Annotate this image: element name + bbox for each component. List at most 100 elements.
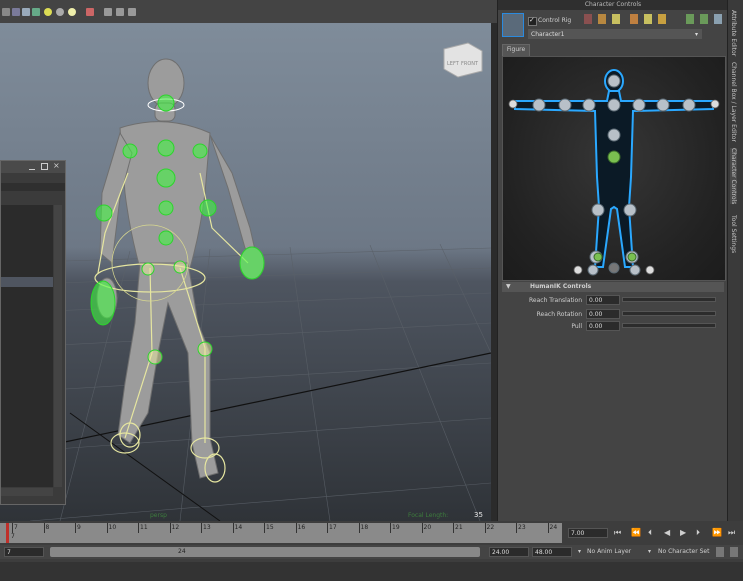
reach-translation-label: Reach Translation [529, 297, 582, 304]
play-backward-icon[interactable]: ◀ [664, 528, 670, 537]
timeline-tick-label: 21 [455, 524, 463, 531]
tab-tool-settings[interactable]: Tool Settings [730, 215, 737, 253]
xray-joints-icon[interactable] [116, 8, 124, 16]
camera-icon[interactable] [128, 8, 136, 16]
pull-slider[interactable] [622, 323, 716, 328]
go-to-end-icon[interactable]: ⏭ [728, 528, 735, 538]
list-item-selected[interactable] [1, 277, 53, 287]
hud-focal-label: Focal Length: [408, 512, 448, 519]
timeline-tick-label: 23 [518, 524, 526, 531]
key-all-icon[interactable] [700, 14, 708, 24]
key-icon[interactable] [686, 14, 694, 24]
timeline-tick [516, 523, 517, 533]
tab-character-controls[interactable]: Character Controls [730, 148, 737, 205]
timeline-tick [327, 523, 328, 533]
collapse-arrow-icon: ▼ [506, 283, 511, 290]
grid-icon[interactable] [2, 8, 10, 16]
view-cube-left: LEFT [447, 61, 460, 67]
ambient-icon[interactable] [68, 8, 76, 16]
step-back-key-icon[interactable]: ⏪ [631, 528, 641, 537]
hud-camera-label: persp [150, 512, 167, 519]
timeline-tick-label: 13 [203, 524, 211, 531]
horizontal-scrollbar[interactable] [1, 488, 53, 496]
xray-icon[interactable] [104, 8, 112, 16]
timeline-tick [43, 523, 45, 533]
time-slider[interactable]: 7 8 9 10 11 12 13 14 15 16 17 18 19 20 21 22 23 24 7 [0, 523, 562, 543]
shadow-icon[interactable] [56, 8, 64, 16]
floating-window[interactable]: × [0, 160, 66, 505]
panel-title: Character Controls [498, 0, 728, 10]
pin-icon[interactable] [598, 14, 606, 24]
timeline-tick [358, 523, 360, 533]
isolate-icon[interactable] [86, 8, 94, 16]
character-select[interactable]: Character1 ▾ [528, 29, 702, 39]
floating-window-list[interactable] [1, 205, 53, 487]
range-end-field[interactable]: 24.00 [489, 547, 529, 557]
anim-layer-select[interactable]: No Anim Layer [587, 548, 631, 555]
minimize-icon[interactable] [29, 163, 35, 170]
pull-field[interactable]: 0.00 [586, 321, 620, 331]
fk-icon[interactable] [630, 14, 638, 24]
reach-translation-slider[interactable] [622, 297, 716, 302]
scene-svg: LEFT FRONT persp Focal Length: 35 [0, 42, 491, 521]
hik-figure-svg [508, 69, 720, 276]
reach-rotation-field[interactable]: 0.00 [586, 309, 620, 319]
timeline-tick-label: 19 [392, 524, 400, 531]
settings-icon[interactable] [714, 14, 722, 24]
reach-rotation-slider[interactable] [622, 311, 716, 316]
go-to-start-icon[interactable]: ⏮ [614, 528, 621, 538]
view-cube[interactable]: LEFT FRONT [443, 42, 483, 78]
range-handle-label: 24 [178, 548, 186, 555]
timeline-tick-label: 10 [108, 524, 117, 531]
close-icon[interactable]: × [53, 161, 60, 170]
3d-viewport[interactable]: LEFT FRONT persp Focal Length: 35 [0, 23, 491, 521]
character-logo-icon[interactable] [502, 13, 524, 37]
control-rig-label: Control Rig [538, 17, 572, 24]
reach-translation-field[interactable]: 0.00 [586, 295, 620, 305]
shaded-icon[interactable] [22, 8, 30, 16]
timeline-tick-label: 8 [45, 524, 50, 531]
rig-tool-icon[interactable] [584, 14, 592, 24]
tab-figure[interactable]: Figure [502, 44, 530, 56]
character-set-select[interactable]: No Character Set [658, 548, 709, 555]
range-slider[interactable]: 24 [50, 547, 480, 557]
view-cube-front: FRONT [461, 61, 479, 67]
command-line[interactable] [0, 562, 743, 581]
character-set-chevron-icon[interactable]: ▾ [648, 548, 651, 555]
floating-window-titlebar[interactable]: × [1, 161, 65, 173]
ik-icon[interactable] [644, 14, 652, 24]
timeline-tick [264, 523, 265, 533]
maximize-icon[interactable] [41, 163, 48, 170]
full-body-icon[interactable] [658, 14, 666, 24]
tab-channel-box[interactable]: Channel Box / Layer Editor [730, 62, 737, 142]
textured-icon[interactable] [32, 8, 40, 16]
figure-icon[interactable] [612, 14, 620, 24]
play-forward-icon[interactable]: ▶ [680, 528, 686, 537]
step-forward-frame-icon[interactable]: ⏵ [696, 528, 700, 538]
frame-counter: 35 [474, 511, 483, 519]
auto-key-icon[interactable] [716, 547, 724, 557]
humanik-section-header[interactable]: ▼ HumanIK Controls [502, 282, 724, 292]
timeline-tick [484, 523, 486, 533]
timeline-tick [106, 523, 108, 533]
light-icon[interactable] [44, 8, 52, 16]
timeline-tick-label: 20 [423, 524, 432, 531]
wireframe-icon[interactable] [12, 8, 20, 16]
current-frame-field[interactable]: 7.00 [568, 528, 608, 538]
figure-view[interactable] [502, 56, 726, 281]
timeline-tick [547, 523, 549, 533]
character-controls-panel: Character Controls ✓ Control Rig Charact… [497, 0, 728, 521]
step-back-frame-icon[interactable]: ⏴ [648, 528, 652, 538]
step-forward-key-icon[interactable]: ⏩ [712, 528, 722, 537]
vertical-scrollbar[interactable] [54, 205, 62, 487]
range-start-field[interactable]: 7 [4, 547, 44, 557]
current-frame-marker: 7 [11, 533, 15, 540]
anim-prefs-icon[interactable] [730, 547, 738, 557]
timeline-tick [421, 523, 423, 533]
control-rig-checkbox[interactable]: ✓ [528, 16, 537, 26]
anim-layer-chevron-icon[interactable]: ▾ [578, 548, 581, 555]
anim-end-field[interactable]: 48.00 [532, 547, 572, 557]
timeline-tick [75, 523, 76, 533]
tab-attribute-editor[interactable]: Attribute Editor [730, 10, 737, 56]
current-time-indicator[interactable] [6, 523, 9, 543]
